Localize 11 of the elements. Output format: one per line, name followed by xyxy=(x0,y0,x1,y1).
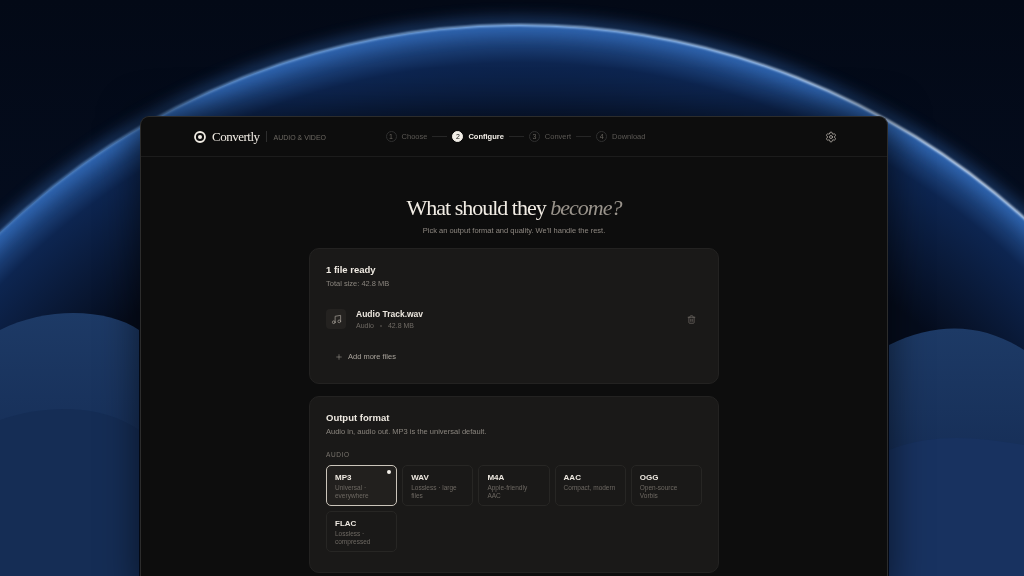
music-note-icon xyxy=(326,309,346,330)
logo-icon xyxy=(194,130,206,143)
trash-icon[interactable] xyxy=(687,314,696,324)
file-name: Audio Track.wav xyxy=(356,309,424,320)
plus-icon xyxy=(335,352,343,361)
settings-icon[interactable] xyxy=(825,130,837,143)
page-title: What should they become? xyxy=(406,195,622,221)
selected-dot-icon xyxy=(387,470,392,475)
card-title: 1 file ready xyxy=(326,264,377,277)
card-title: Output format xyxy=(326,412,391,425)
logo-text: Convertly xyxy=(212,128,260,145)
